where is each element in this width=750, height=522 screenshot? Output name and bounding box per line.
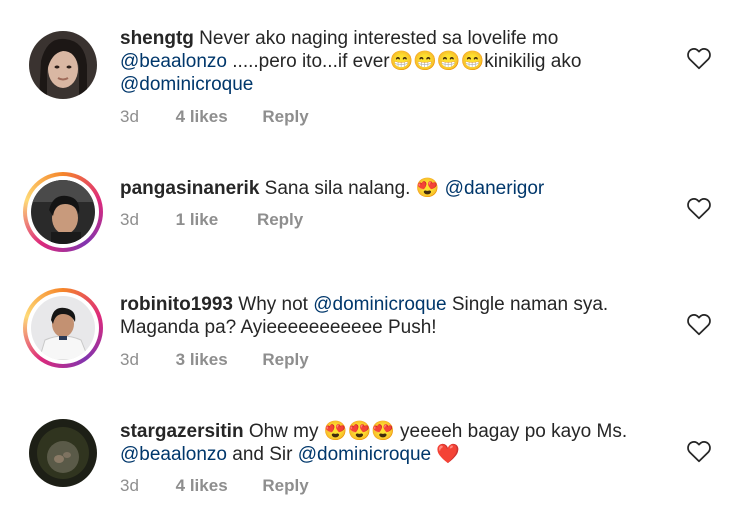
comment-username[interactable]: pangasinanerik xyxy=(120,178,259,199)
comment-body: Maganda pa? Ayieeeeeeeeeee Push! xyxy=(120,317,437,338)
mention-link[interactable]: @dominicroque xyxy=(313,294,446,315)
heart-outline-icon[interactable] xyxy=(686,46,712,70)
story-ring xyxy=(23,288,103,368)
avatar[interactable] xyxy=(23,413,103,493)
comment-meta: 3d 1 like Reply xyxy=(120,210,303,230)
comment-text: shengtg Never ako naging interested sa l… xyxy=(120,27,660,96)
comment-time: 3d xyxy=(120,350,139,369)
comment-body: Sana sila nalang. xyxy=(259,178,416,199)
avatar[interactable] xyxy=(23,172,103,252)
comment-body: yeeeeh bagay po kayo Ms. xyxy=(394,421,628,442)
avatar-image xyxy=(29,419,97,487)
comment-body: Why not xyxy=(232,294,314,315)
likes-count[interactable]: 3 likes xyxy=(176,350,228,370)
reply-button[interactable]: Reply xyxy=(262,476,308,496)
comment-meta: 3d 4 likes Reply xyxy=(120,107,309,127)
heart-emoji: ❤️ xyxy=(431,444,461,465)
comment-body: and Sir xyxy=(226,444,298,465)
emoji: 😍 xyxy=(415,178,440,199)
heart-outline-icon[interactable] xyxy=(686,312,712,336)
comment-time: 3d xyxy=(120,107,139,126)
comment-body: Single naman sya. xyxy=(446,294,609,315)
mention-link[interactable]: @danerigor xyxy=(439,178,545,199)
comment-username[interactable]: shengtg xyxy=(120,28,194,49)
avatar-image xyxy=(29,31,97,99)
comment-meta: 3d 4 likes Reply xyxy=(120,476,309,496)
likes-count[interactable]: 1 like xyxy=(176,210,219,230)
comment-text: robinito1993 Why not @dominicroque Singl… xyxy=(120,293,660,339)
story-ring xyxy=(23,172,103,252)
comment-body: Ohw my xyxy=(243,421,324,442)
heart-outline-icon[interactable] xyxy=(686,196,712,220)
mention-link[interactable]: @dominicroque xyxy=(120,74,253,95)
mention-link[interactable]: @beaalonzo xyxy=(120,444,227,465)
comment-time: 3d xyxy=(120,476,139,495)
reply-button[interactable]: Reply xyxy=(262,107,308,127)
comment-text: stargazersitin Ohw my 😍😍😍 yeeeeh bagay p… xyxy=(120,420,660,466)
comment-username[interactable]: robinito1993 xyxy=(120,294,233,315)
comment-body: kinikilig ako xyxy=(484,51,582,72)
comment-body: .....pero ito...if ever xyxy=(226,51,390,72)
avatar-image xyxy=(31,296,95,360)
likes-count[interactable]: 4 likes xyxy=(176,107,228,127)
comment-username[interactable]: stargazersitin xyxy=(120,421,244,442)
comment-time: 3d xyxy=(120,210,139,229)
heart-outline-icon[interactable] xyxy=(686,439,712,463)
emoji: 😍😍😍 xyxy=(323,421,395,442)
mention-link[interactable]: @dominicroque xyxy=(298,444,431,465)
emoji: 😁😁😁😁 xyxy=(389,51,485,72)
avatar-image xyxy=(31,180,95,244)
avatar[interactable] xyxy=(23,25,103,105)
avatar[interactable] xyxy=(23,288,103,368)
reply-button[interactable]: Reply xyxy=(262,350,308,370)
comment-meta: 3d 3 likes Reply xyxy=(120,350,309,370)
mention-link[interactable]: @beaalonzo xyxy=(120,51,227,72)
likes-count[interactable]: 4 likes xyxy=(176,476,228,496)
reply-button[interactable]: Reply xyxy=(257,210,303,230)
comment-text: pangasinanerik Sana sila nalang. 😍 @dane… xyxy=(120,177,660,200)
comment-body: Never ako naging interested sa lovelife … xyxy=(199,28,559,49)
